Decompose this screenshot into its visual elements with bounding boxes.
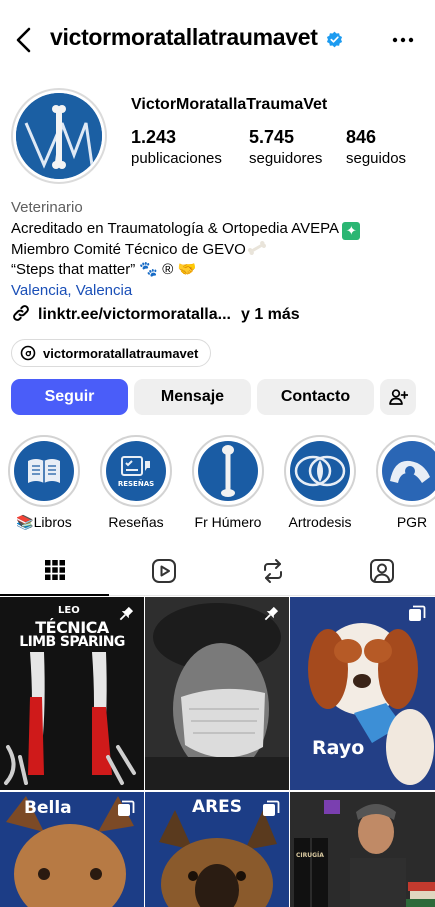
add-user-icon	[389, 389, 408, 405]
more-horizontal-icon[interactable]	[390, 30, 416, 50]
story-highlights: 📚Libros RESEÑAS Reseñas Fr Húmero Artrod…	[0, 435, 435, 535]
highlight-resenas[interactable]: RESEÑAS Reseñas	[100, 435, 172, 530]
bio-line-slogan: “Steps that matter” 🐾 ® 🤝	[11, 260, 426, 281]
posts-label: publicaciones	[131, 150, 222, 167]
posts-stat: 1.243 publicaciones	[131, 127, 222, 167]
top-bar: victormoratallatraumavet	[0, 0, 435, 80]
highlight-label: PGR	[396, 514, 428, 530]
pgr-icon	[382, 441, 435, 501]
highlight-ring	[376, 435, 435, 507]
post-grid: LEO TÉCNICA LIMB SPARING Rayo Bella ARES…	[0, 597, 435, 907]
threads-badge[interactable]: victormoratallatraumavet	[11, 339, 212, 367]
highlight-ring	[284, 435, 356, 507]
vm-logo-icon	[16, 93, 102, 179]
highlight-label: 📚Libros	[16, 514, 72, 530]
pin-icon	[119, 606, 134, 621]
tagged-icon	[369, 559, 394, 583]
avatar-image	[16, 93, 102, 179]
followers-label: seguidores	[249, 150, 323, 167]
highlight-libros[interactable]: 📚Libros	[8, 435, 80, 531]
profile-location[interactable]: Valencia, Valencia	[11, 281, 426, 302]
add-user-button[interactable]	[380, 379, 416, 415]
reviews-icon: RESEÑAS	[106, 441, 166, 501]
highlight-label: Artrodesis	[288, 514, 352, 530]
chevron-left-icon[interactable]	[10, 22, 40, 58]
highlight-ring	[8, 435, 80, 507]
following-stat[interactable]: 846 seguidos	[346, 127, 406, 167]
registered-icon: ®	[162, 261, 174, 278]
book-icon	[14, 441, 74, 501]
post-caption: Rayo	[312, 737, 365, 759]
followers-count: 5.745	[249, 127, 295, 147]
post-small-title: LEO	[58, 605, 80, 616]
bio-line1-text: Acreditado en Traumatología & Ortopedia …	[11, 219, 339, 237]
highlight-ring	[192, 435, 264, 507]
bio-line-accreditation: Acreditado en Traumatología & Ortopedia …	[11, 219, 426, 240]
post-tile[interactable]	[145, 597, 289, 790]
following-count: 846	[346, 127, 377, 147]
display-name: VictorMoratallaTraumaVet	[131, 96, 328, 113]
grid-icon	[44, 560, 65, 580]
following-label: seguidos	[346, 150, 407, 167]
book-spine-text: CIRUGÍA	[296, 852, 324, 859]
bio-line3-text: “Steps that matter”	[11, 261, 136, 278]
post-dog-rayo-image	[290, 597, 435, 790]
reels-icon	[151, 559, 176, 583]
humerus-bone-icon	[198, 441, 258, 501]
profile-username: victormoratallatraumavet	[50, 24, 318, 50]
message-button[interactable]: Mensaje	[134, 379, 251, 415]
post-tile[interactable]: CIRUGÍA	[290, 792, 435, 907]
highlight-fr-humero[interactable]: Fr Húmero	[192, 435, 264, 530]
multiple-photos-icon	[409, 605, 426, 621]
sparkle-emoji-icon: ✦	[342, 221, 361, 240]
post-tile[interactable]: Bella	[0, 792, 144, 907]
link-more[interactable]: y 1 más	[241, 306, 300, 323]
arthrodesis-icon	[290, 441, 350, 501]
posts-count: 1.243	[131, 127, 177, 147]
tab-tagged[interactable]	[327, 546, 435, 596]
multiple-photos-icon	[263, 800, 280, 816]
tab-posts[interactable]	[0, 546, 109, 596]
tab-reels[interactable]	[109, 546, 218, 596]
pin-icon	[264, 606, 279, 621]
profile-avatar[interactable]	[11, 88, 107, 184]
highlight-ring: RESEÑAS	[100, 435, 172, 507]
bio-line2-text: Miembro Comité Técnico de GEVO	[11, 240, 246, 258]
post-tile[interactable]: ARES	[145, 792, 289, 907]
handshake-emoji-icon: 🤝	[177, 261, 197, 278]
reposts-icon	[263, 559, 282, 583]
post-tile[interactable]: Rayo	[290, 597, 435, 790]
profile-tabs	[0, 546, 435, 596]
profile-category: Veterinario	[11, 199, 83, 216]
verified-badge-icon	[326, 31, 343, 48]
reviews-inner-text: RESEÑAS	[117, 479, 155, 488]
post-caption: Bella	[24, 798, 72, 818]
contact-button[interactable]: Contacto	[257, 379, 374, 415]
highlight-artrodesis[interactable]: Artrodesis	[284, 435, 356, 530]
follow-button[interactable]: Seguir	[11, 379, 128, 415]
link-url[interactable]: linktr.ee/victormoratalla...	[38, 306, 231, 323]
profile-bio: Veterinario Acreditado en Traumatología …	[11, 198, 426, 301]
post-tile[interactable]: LEO TÉCNICA LIMB SPARING	[0, 597, 144, 790]
highlight-label: Fr Húmero	[194, 514, 262, 530]
threads-icon	[20, 345, 36, 361]
highlight-label: Reseñas	[108, 514, 164, 530]
bone-emoji-icon	[247, 240, 266, 255]
post-surgeon-image	[145, 597, 289, 790]
tab-reposts[interactable]	[218, 546, 327, 596]
paw-emoji-icon: 🐾	[139, 261, 159, 278]
post-books-image	[290, 792, 435, 907]
bio-line-gevo: Miembro Comité Técnico de GEVO	[11, 240, 426, 261]
link-icon	[13, 305, 29, 321]
post-title-line2: LIMB SPARING	[19, 634, 125, 650]
followers-stat[interactable]: 5.745 seguidores	[249, 127, 322, 167]
highlight-pgr[interactable]: PGR	[376, 435, 435, 530]
threads-handle: victormoratallatraumavet	[43, 345, 199, 361]
profile-link[interactable]: linktr.ee/victormoratalla... y 1 más	[11, 303, 300, 325]
multiple-photos-icon	[118, 800, 135, 816]
